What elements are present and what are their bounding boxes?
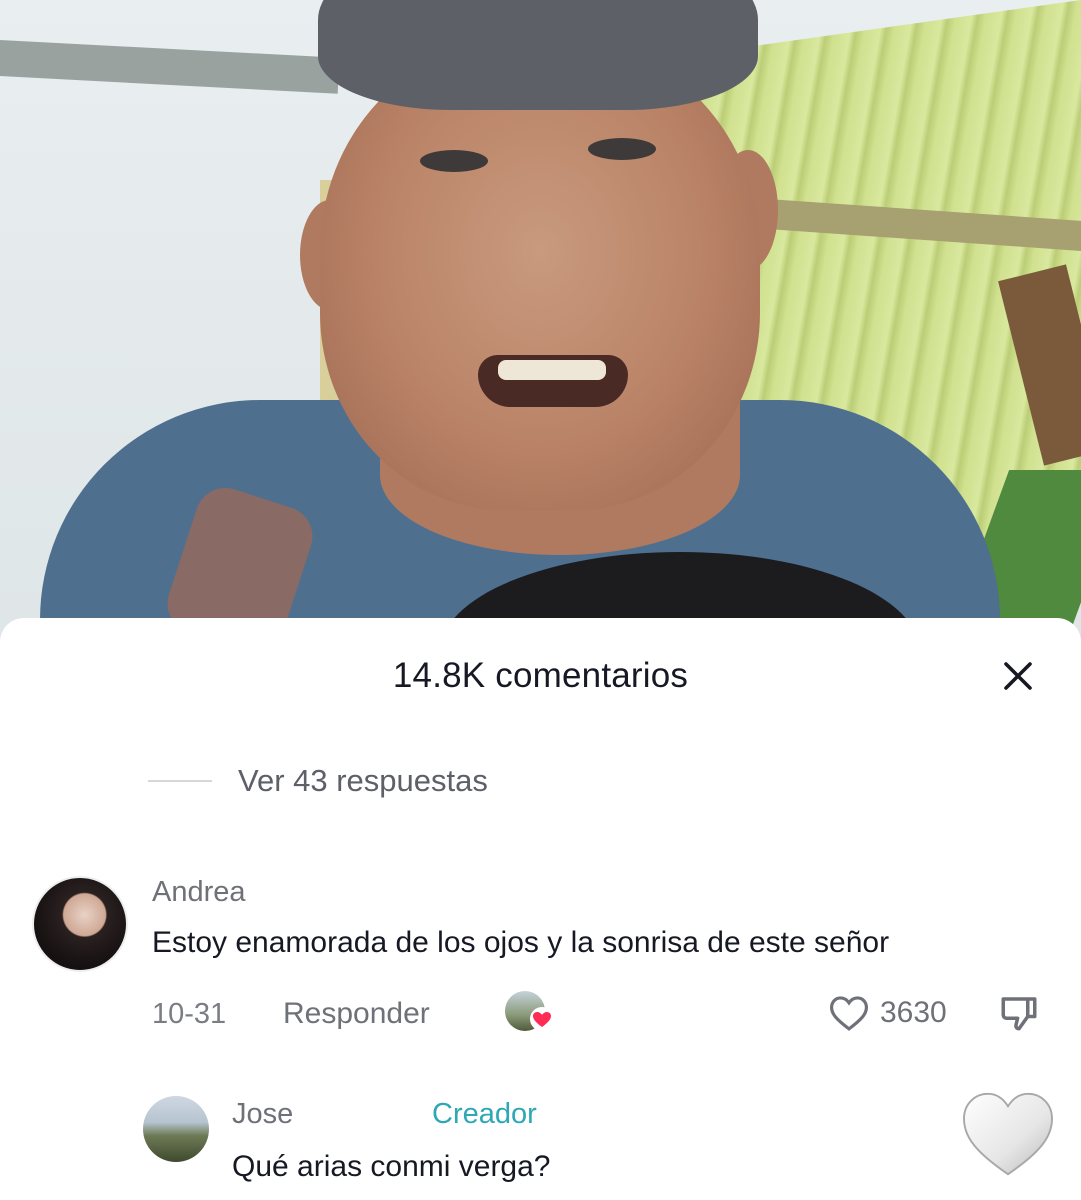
divider xyxy=(148,780,212,782)
heart-icon xyxy=(530,1007,554,1031)
subject-eye xyxy=(420,150,488,172)
subject-cap xyxy=(318,0,758,110)
avatar[interactable] xyxy=(143,1096,209,1162)
view-replies-label: Ver 43 respuestas xyxy=(238,763,488,798)
dislike-icon[interactable] xyxy=(998,992,1040,1034)
heart-icon[interactable] xyxy=(960,1090,1056,1178)
reply-button[interactable]: Responder xyxy=(283,997,430,1031)
comment-item: Jose Creador Qué arias conmi verga? xyxy=(0,1096,1081,1200)
subject-eye xyxy=(588,138,656,160)
comment-date: 10-31 xyxy=(152,998,227,1030)
like-button[interactable]: 3630 xyxy=(828,994,947,1032)
comment-item: Andrea Estoy enamorada de los ojos y la … xyxy=(0,876,1081,1046)
comments-sheet: 14.8K comentarios Ver 43 respuestas Andr… xyxy=(0,618,1081,1200)
close-button[interactable] xyxy=(992,650,1044,702)
comment-text: Estoy enamorada de los ojos y la sonrisa… xyxy=(152,926,890,959)
comment-author[interactable]: Andrea xyxy=(152,876,246,909)
comments-count-title: 14.8K comentarios xyxy=(392,656,689,695)
comment-author[interactable]: Jose xyxy=(232,1098,293,1131)
heart-outline-icon xyxy=(829,996,869,1031)
subject-teeth xyxy=(498,360,606,380)
subject-head xyxy=(320,40,760,510)
view-replies-button[interactable]: Ver 43 respuestas xyxy=(148,763,488,799)
comment-text: Qué arias conmi verga? xyxy=(232,1150,551,1183)
close-icon xyxy=(1004,662,1032,690)
video-frame[interactable] xyxy=(0,0,1081,640)
avatar[interactable] xyxy=(32,876,128,972)
creator-badge: Creador xyxy=(432,1098,537,1130)
like-count: 3630 xyxy=(880,996,947,1029)
video-subject xyxy=(0,0,1081,640)
